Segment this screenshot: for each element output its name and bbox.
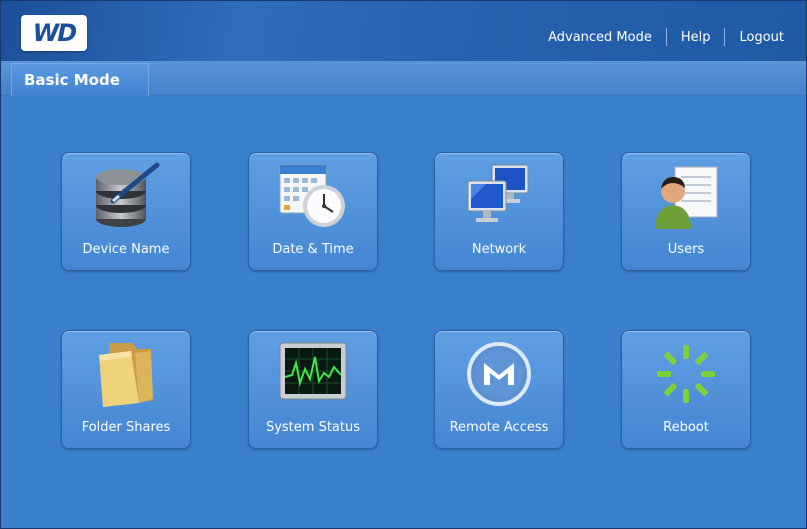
monitor-graph-icon <box>279 342 347 400</box>
tab-basic-mode[interactable]: Basic Mode <box>11 63 149 96</box>
tile-label: Device Name <box>82 242 170 257</box>
top-nav: Advanced Mode Help Logout <box>548 28 784 46</box>
users-button[interactable]: Users <box>621 152 751 271</box>
tile-label: Network <box>471 242 527 257</box>
folder-icon <box>99 343 153 407</box>
tile-label: Folder Shares <box>81 420 171 435</box>
remote-access-button[interactable]: Remote Access <box>434 330 564 449</box>
tab-label: Basic Mode <box>24 71 120 89</box>
tile-label: System Status <box>265 420 361 435</box>
nav-separator <box>724 28 726 46</box>
tile-label: Reboot <box>663 420 709 435</box>
database-pen-icon <box>96 162 160 227</box>
advanced-mode-link[interactable]: Advanced Mode <box>548 30 652 45</box>
system-status-button[interactable]: System Status <box>248 330 378 449</box>
tile-label: Date & Time <box>272 242 354 257</box>
device-name-button[interactable]: Device Name <box>61 152 191 271</box>
network-monitors-icon <box>467 164 529 222</box>
tile-label: Users <box>667 242 705 257</box>
reboot-spinner-icon <box>657 345 715 403</box>
tab-row: Basic Mode <box>1 61 806 96</box>
user-icon <box>655 166 718 229</box>
wd-logo[interactable]: WD <box>21 15 87 51</box>
help-link[interactable]: Help <box>681 30 711 45</box>
app-frame: WD Advanced Mode Help Logout Basic Mode <box>0 0 807 529</box>
remote-access-m-icon <box>467 342 531 406</box>
tile-label: Remote Access <box>449 420 549 435</box>
network-button[interactable]: Network <box>434 152 564 271</box>
date-time-button[interactable]: Date & Time <box>248 152 378 271</box>
reboot-button[interactable]: Reboot <box>621 330 751 449</box>
header-bar: WD Advanced Mode Help Logout <box>1 1 806 61</box>
logout-link[interactable]: Logout <box>739 30 784 45</box>
nav-separator <box>665 28 667 46</box>
folder-shares-button[interactable]: Folder Shares <box>61 330 191 449</box>
logo-text: WD <box>32 19 77 47</box>
calendar-clock-icon <box>279 164 345 227</box>
